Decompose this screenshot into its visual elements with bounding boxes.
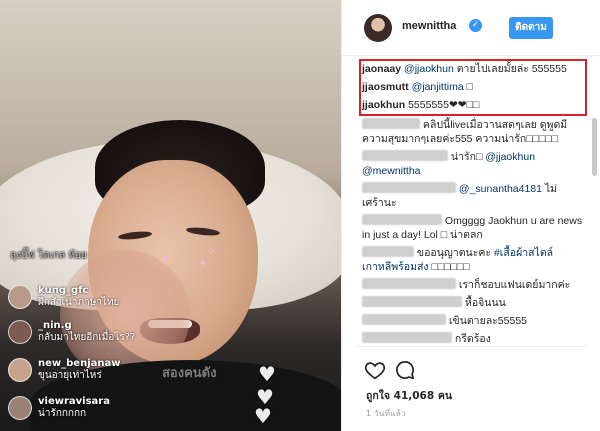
- live-comment: new_benjanaw ขุนอายุเท่าไหร่: [8, 358, 120, 382]
- blurred-username: [362, 150, 448, 161]
- comment-text: 5555555❤❤□□: [408, 99, 480, 111]
- blurred-username: [362, 118, 420, 129]
- live-comment-text: ฝึกสำเนาภาษาไทย: [38, 297, 120, 308]
- comment: น่ารัก□ @jjaokhun: [362, 150, 535, 164]
- post-username[interactable]: mewnittha: [402, 20, 456, 32]
- heart-outline-icon[interactable]: [364, 359, 386, 381]
- comment-continuation: เศร้านะ: [362, 197, 397, 209]
- comment-user[interactable]: jjaosmutt: [362, 81, 409, 93]
- comment: jjaokhun 5555555❤❤□□: [362, 98, 479, 112]
- avatar: [8, 358, 32, 382]
- comment-text: ไม่: [544, 183, 558, 195]
- comment: jaonaay @jjaokhun ตายไปเลยมั้ยล่ะ 555555: [362, 62, 567, 76]
- post-header: mewnittha ✓ ติดตาม: [342, 0, 600, 56]
- comment-mention[interactable]: @mewnittha: [362, 164, 421, 178]
- comment: หื้อจินนน: [362, 296, 506, 310]
- live-comment: viewravisara น่ารักกกกก: [8, 396, 110, 420]
- comment-continuation: เกาหลีพร้อมส่ง □□□□□□: [362, 260, 470, 274]
- blurred-username: [362, 182, 456, 193]
- comment-text: □: [466, 81, 473, 93]
- comment: @_sunantha4181 ไม่: [362, 182, 557, 196]
- comment: กรีดร้อง: [362, 332, 491, 346]
- comment: jjaosmutt @janjittima □: [362, 80, 473, 94]
- comment-text: น่ารัก□: [450, 151, 486, 163]
- avatar[interactable]: [364, 14, 392, 42]
- blurred-username: [362, 332, 452, 343]
- blurred-username: [362, 246, 414, 257]
- comment-hashtag[interactable]: #เสื้อผ้าสไตล์: [494, 247, 553, 259]
- live-comment-user: new_benjanaw: [38, 358, 121, 369]
- comment-text: หื้อจินนน: [464, 297, 506, 309]
- verified-badge-icon: ✓: [469, 19, 482, 32]
- comment-continuation: in just a day! Lol □ น่าตลก: [362, 229, 483, 241]
- avatar: [8, 320, 32, 344]
- avatar: [8, 285, 32, 309]
- comment-hashtag[interactable]: เกาหลีพร้อมส่ง: [362, 261, 429, 273]
- comment: ขออนุญาตนะคะ #เสื้อผ้าสไตล์: [362, 246, 553, 260]
- sparkle-icon: ✦: [198, 256, 209, 270]
- likes-count[interactable]: ถูกใจ 41,068 คน: [366, 387, 452, 404]
- comment-mention[interactable]: @_sunantha4181: [459, 183, 542, 195]
- comment: เขินตายละ55555: [362, 314, 527, 328]
- live-comment-text: ขุนอายุเท่าไหร่: [38, 370, 102, 381]
- comment: เราก็ชอบแฟนเดย์มากค่ะ: [362, 278, 570, 292]
- post-actions: ถูกใจ 41,068 คน 1 วันที่แล้ว: [356, 346, 588, 431]
- comment-user[interactable]: jaonaay: [362, 63, 401, 75]
- comment-text: เขินตายละ55555: [448, 315, 528, 327]
- live-faint-comment: ลุงบิ๊ฟ โดเกล ห้อย: [10, 250, 87, 261]
- comment-text: ตายไปเลยมั้ยล่ะ 555555: [456, 63, 567, 75]
- comment-list[interactable]: jaonaay @jjaokhun ตายไปเลยมั้ยล่ะ 555555…: [356, 56, 588, 346]
- live-caption: สองคนดัง: [162, 366, 217, 381]
- live-comment-text: น่ารักกกกก: [38, 408, 87, 419]
- blurred-username: [362, 314, 446, 325]
- comment-text: Omgggg Jaokhun u are news: [444, 215, 583, 227]
- comment-text: คลิปนี้liveเมื่อวานสดๆเลย ดูพูดมี: [422, 119, 568, 131]
- comment-mention[interactable]: @jjaokhun: [404, 63, 454, 75]
- comment-icon[interactable]: [394, 359, 416, 381]
- comment-scrollbar[interactable]: [592, 118, 597, 176]
- comment-continuation: ความสุขมากๆเลยค่ะ555 ความน่ารัก□□□□□: [362, 133, 558, 145]
- live-video-frame[interactable]: ✦ ✦ ✧ ลุงบิ๊ฟ โดเกล ห้อย kung_gfc ฝึกสำเ…: [0, 0, 341, 431]
- live-comment: kung_gfc ฝึกสำเนาภาษาไทย: [8, 285, 119, 309]
- live-comment-user: _nin.g: [38, 320, 72, 331]
- avatar: [8, 396, 32, 420]
- post-panel: mewnittha ✓ ติดตาม jaonaay @jjaokhun ตาย…: [341, 0, 600, 431]
- sparkle-icon: ✦: [160, 252, 171, 266]
- live-comment-text: กลับมาไทยอีกเมื่อไร??: [38, 332, 136, 343]
- floating-heart-icon: ♥: [254, 404, 272, 428]
- comment-mention[interactable]: @jjaokhun: [485, 151, 535, 163]
- comment-user[interactable]: jjaokhun: [362, 99, 405, 111]
- comment-mention[interactable]: @janjittima: [412, 81, 464, 93]
- comment-text: ขออนุญาตนะคะ: [416, 247, 494, 259]
- floating-heart-icon: ♥: [258, 362, 276, 386]
- comment-text: กรีดร้อง: [454, 333, 491, 345]
- post-timestamp[interactable]: 1 วันที่แล้ว: [366, 407, 406, 420]
- blurred-username: [362, 214, 442, 225]
- comment-text: □□□□□□: [428, 261, 470, 273]
- live-comment-user: kung_gfc: [38, 285, 89, 296]
- live-comment-user: viewravisara: [38, 396, 110, 407]
- comment: คลิปนี้liveเมื่อวานสดๆเลย ดูพูดมี: [362, 118, 567, 132]
- comment: Omgggg Jaokhun u are news: [362, 214, 582, 228]
- blurred-username: [362, 278, 456, 289]
- comment-text: เราก็ชอบแฟนเดย์มากค่ะ: [458, 279, 571, 291]
- live-comment: _nin.g กลับมาไทยอีกเมื่อไร??: [8, 320, 135, 344]
- sparkle-icon: ✧: [206, 244, 217, 258]
- follow-button[interactable]: ติดตาม: [509, 17, 553, 39]
- blurred-username: [362, 296, 462, 307]
